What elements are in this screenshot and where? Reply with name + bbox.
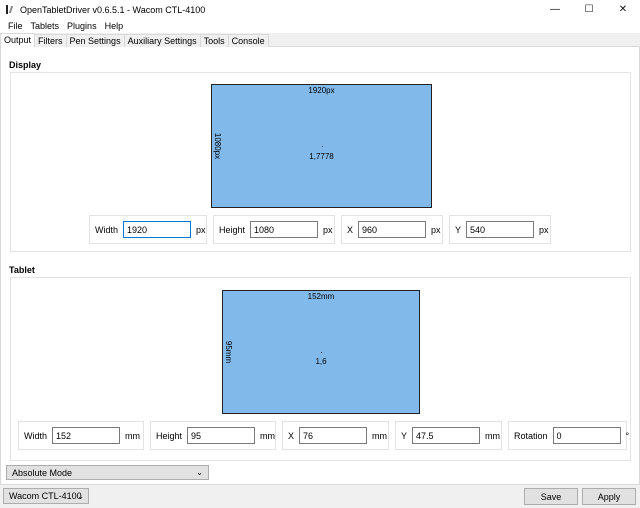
display-height-field: Height px	[213, 215, 335, 244]
tablet-y-label: Y	[401, 430, 408, 441]
menu-file[interactable]: File	[4, 21, 27, 31]
display-y-field: Y px	[449, 215, 551, 244]
tablet-selector-value: Wacom CTL-4100	[9, 491, 82, 501]
output-tab-content: Display 1920px 1080px 1,7778 Width px He…	[0, 47, 640, 485]
display-height-input[interactable]	[250, 221, 319, 238]
display-x-label: X	[347, 224, 354, 235]
window-title: OpenTabletDriver v0.6.5.1 - Wacom CTL-41…	[20, 4, 206, 15]
tablet-rotation-label: Rotation	[514, 430, 548, 441]
output-mode-selected: Absolute Mode	[12, 467, 73, 478]
tablet-x-field: X mm	[282, 421, 389, 450]
tablet-y-input[interactable]	[412, 427, 481, 444]
display-area-center-dot	[321, 146, 323, 147]
save-button[interactable]: Save	[524, 488, 578, 505]
display-width-input[interactable]	[123, 221, 192, 238]
display-x-input[interactable]	[358, 221, 427, 238]
title-bar: OpenTabletDriver v0.6.5.1 - Wacom CTL-41…	[0, 0, 640, 19]
display-y-input[interactable]	[466, 221, 535, 238]
tab-tools[interactable]: Tools	[199, 34, 229, 47]
tablet-y-unit: mm	[485, 430, 501, 441]
apply-button[interactable]: Apply	[582, 488, 636, 505]
tab-output[interactable]: Output	[0, 33, 36, 47]
tablet-height-label: Height	[156, 430, 183, 441]
tab-strip: Output Filters Pen Settings Auxiliary Se…	[0, 33, 640, 47]
tablet-selector-dropdown[interactable]: Wacom CTL-4100 ⌄	[3, 488, 89, 504]
tablet-x-input[interactable]	[299, 427, 368, 444]
tablet-width-label: Width	[24, 430, 48, 441]
tablet-width-unit: mm	[125, 430, 141, 441]
display-area-ratio: 1,7778	[309, 152, 334, 161]
tab-auxiliary-settings[interactable]: Auxiliary Settings	[123, 34, 201, 47]
tablet-width-field: Width mm	[18, 421, 144, 450]
bottom-bar: Wacom CTL-4100 ⌄ Save Apply	[0, 485, 640, 508]
tab-console[interactable]: Console	[227, 34, 269, 47]
display-section-title: Display	[9, 60, 42, 70]
tablet-area[interactable]: 152mm 95mm 1,6	[222, 290, 420, 414]
tablet-x-label: X	[288, 430, 295, 441]
display-x-unit: px	[431, 224, 441, 235]
menu-bar: File Tablets Plugins Help	[0, 19, 640, 33]
app-icon	[5, 4, 15, 15]
tablet-height-input[interactable]	[187, 427, 256, 444]
display-height-label: Height	[219, 224, 246, 235]
display-x-field: X px	[341, 215, 443, 244]
display-area[interactable]: 1920px 1080px 1,7778	[211, 84, 432, 208]
tab-filters[interactable]: Filters	[34, 34, 67, 47]
tablet-group: 152mm 95mm 1,6 Width mm Height mm X mm Y…	[10, 277, 631, 461]
tablet-height-unit: mm	[260, 430, 276, 441]
tablet-area-center-dot	[321, 352, 322, 353]
minimize-button[interactable]: —	[538, 0, 572, 19]
window-controls: — ☐ ✕	[538, 0, 640, 19]
output-mode-dropdown[interactable]: Absolute Mode ⌄	[6, 465, 209, 480]
menu-plugins[interactable]: Plugins	[63, 21, 101, 31]
maximize-button[interactable]: ☐	[572, 0, 606, 19]
chevron-down-icon: ⌄	[196, 468, 203, 477]
tablet-area-ratio: 1,6	[315, 357, 327, 366]
tablet-rotation-field: Rotation °	[508, 421, 630, 450]
tablet-rotation-unit: °	[625, 430, 630, 441]
tablet-area-width-label: 152mm	[307, 292, 335, 301]
tablet-height-field: Height mm	[150, 421, 276, 450]
tablet-x-unit: mm	[372, 430, 388, 441]
tab-pen-settings[interactable]: Pen Settings	[65, 34, 125, 47]
menu-tablets[interactable]: Tablets	[27, 21, 64, 31]
display-height-unit: px	[323, 224, 333, 235]
close-button[interactable]: ✕	[606, 0, 640, 19]
display-width-label: Width	[95, 224, 119, 235]
tablet-y-field: Y mm	[395, 421, 502, 450]
menu-help[interactable]: Help	[101, 21, 128, 31]
tablet-rotation-input[interactable]	[552, 427, 621, 444]
display-width-unit: px	[196, 224, 206, 235]
tablet-section-title: Tablet	[9, 265, 35, 275]
display-area-width-label: 1920px	[308, 86, 335, 95]
display-y-label: Y	[455, 224, 462, 235]
chevron-down-icon: ⌄	[77, 492, 84, 501]
tablet-width-input[interactable]	[52, 427, 121, 444]
display-width-field: Width px	[89, 215, 207, 244]
display-group: 1920px 1080px 1,7778 Width px Height px …	[10, 72, 631, 252]
display-y-unit: px	[539, 224, 549, 235]
